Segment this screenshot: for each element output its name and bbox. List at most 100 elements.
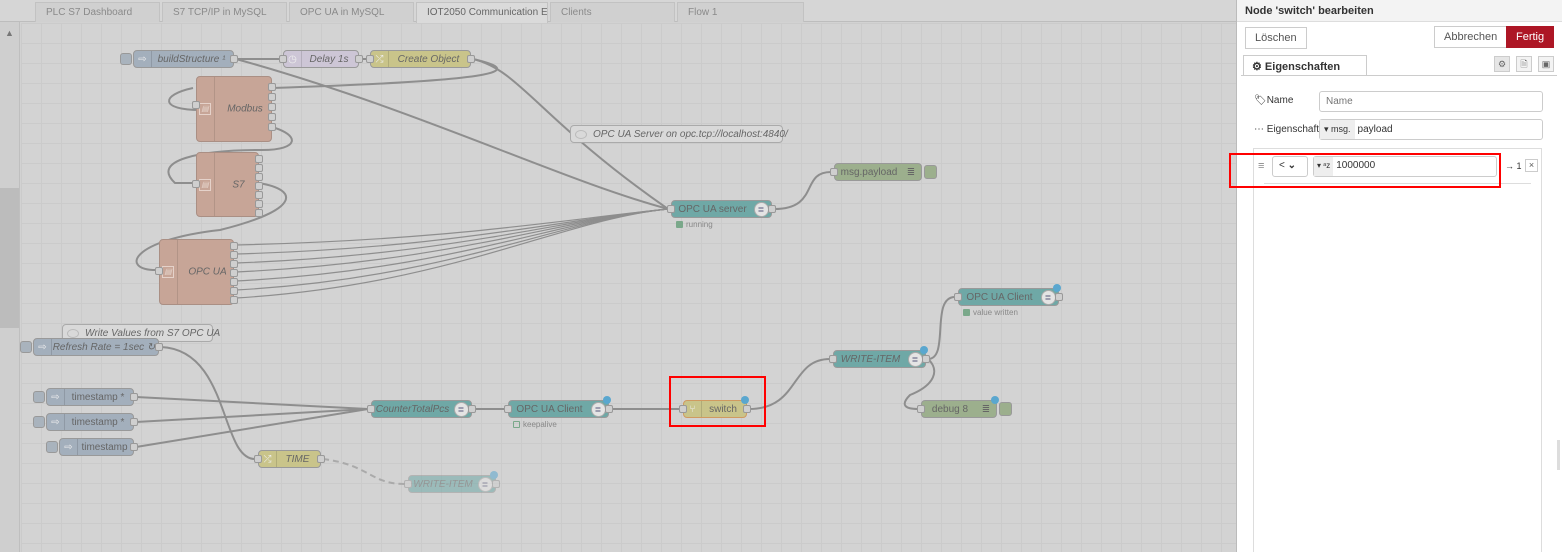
node-label: msg.payload	[840, 166, 898, 178]
property-input[interactable]: ▾ msg. payload	[1319, 119, 1543, 140]
debug-toggle[interactable]	[999, 402, 1012, 416]
comment-text: OPC UA Server on opc.tcp://localhost:484…	[593, 129, 788, 140]
node-write-item-disabled[interactable]: WRITE-ITEM ≣	[404, 471, 500, 493]
output-port-number: → 1	[1505, 161, 1522, 171]
comment-opcua-server[interactable]: OPC UA Server on opc.tcp://localhost:484…	[570, 125, 788, 143]
panel-resize-handle[interactable]	[1557, 440, 1560, 470]
node-create-object[interactable]: ⤮ Create Object	[366, 50, 475, 68]
changed-indicator	[991, 396, 999, 404]
appearance-tab-icon[interactable]: ▣	[1538, 56, 1554, 72]
inject-button[interactable]	[20, 341, 32, 353]
description-tab-icon[interactable]: 🗎	[1516, 56, 1532, 72]
highlight-box	[669, 376, 766, 427]
opcua-icon: ≣	[590, 401, 606, 417]
node-opcua-client-2[interactable]: OPC UA Client ≣	[954, 284, 1063, 306]
opcua-icon: ≣	[453, 401, 469, 417]
remove-rule-button[interactable]: ×	[1525, 159, 1538, 172]
node-label: TIME	[285, 453, 310, 465]
name-input[interactable]	[1319, 91, 1543, 112]
msg-type-select[interactable]: ▾ msg.	[1320, 120, 1355, 139]
cancel-button[interactable]: Abbrechen	[1434, 26, 1508, 48]
node-label: timestamp *	[71, 416, 125, 428]
wire	[773, 171, 832, 210]
list-icon: ≣	[906, 166, 916, 178]
node-s7[interactable]: ▤ S7	[192, 152, 263, 217]
property-value: payload	[1357, 124, 1393, 135]
shuffle-icon: ⤮	[259, 451, 277, 467]
inject-button[interactable]	[46, 441, 58, 453]
wire	[235, 208, 669, 246]
node-label: OPC UA Client	[516, 403, 583, 415]
wire	[322, 458, 406, 485]
wire	[927, 296, 956, 360]
node-label: S7	[232, 179, 245, 190]
node-delay[interactable]: ◷ Delay 1s	[279, 50, 363, 68]
inject-button[interactable]	[120, 53, 132, 65]
tab-divider	[1241, 75, 1557, 76]
node-msg-payload[interactable]: msg.payload ≣	[830, 163, 937, 181]
wire	[235, 208, 669, 255]
status-value-written: value written	[963, 308, 1018, 317]
property-label: ⋯ Eigenschaft	[1254, 124, 1320, 135]
opcua-icon: ≣	[477, 476, 493, 492]
status-running: running	[676, 220, 713, 229]
node-time[interactable]: ⤮ TIME	[254, 450, 325, 468]
arrow-icon: ⇨	[47, 414, 65, 430]
done-button[interactable]: Fertig	[1506, 26, 1555, 48]
subflow-icon: ▤	[199, 178, 211, 191]
opcua-icon: ≣	[753, 201, 769, 217]
changed-indicator	[920, 346, 928, 354]
node-opcua-client-1[interactable]: OPC UA Client ≣	[504, 396, 613, 418]
arrow-icon: ⇨	[47, 389, 65, 405]
comment-icon	[67, 329, 79, 338]
node-label: debug 8	[931, 403, 969, 415]
node-label: WRITE-ITEM	[840, 353, 901, 365]
node-counter-total-pcs[interactable]: CounterTotalPcs ≣	[367, 400, 476, 418]
node-debug-8[interactable]: debug 8 ≣	[917, 396, 1012, 418]
node-timestamp-2[interactable]: ⇨ timestamp *	[33, 413, 138, 431]
node-modbus[interactable]: ▤ Modbus	[192, 76, 276, 142]
changed-indicator	[1053, 284, 1061, 292]
node-timestamp-1[interactable]: ⇨ timestamp *	[33, 388, 138, 406]
node-buildstructure[interactable]: ⇨ buildStructure ¹	[120, 50, 238, 68]
node-label: OPC UA	[188, 266, 227, 278]
changed-indicator	[490, 471, 498, 479]
wire	[235, 208, 669, 273]
arrow-icon: ⇨	[34, 339, 52, 355]
tab-properties[interactable]: ⚙ Eigenschaften	[1243, 55, 1367, 76]
inject-button[interactable]	[33, 416, 45, 428]
node-refresh-rate[interactable]: ⇨ Refresh Rate = 1sec ↻	[20, 338, 163, 356]
ellipsis-icon: ⋯	[1254, 124, 1267, 135]
rules-list: ≡ < ⌄ ▾ ᵃz 1000000 → 1 ×	[1253, 148, 1542, 552]
arrow-icon: ⇨	[60, 439, 78, 455]
tray-title: Node 'switch' bearbeiten	[1237, 0, 1562, 22]
comment-icon	[575, 130, 587, 139]
node-opcua-server[interactable]: OPC UA server ≣	[667, 200, 776, 218]
node-label: Delay 1s	[309, 53, 349, 65]
settings-tab-icon[interactable]: ⚙	[1494, 56, 1510, 72]
arrow-icon: ⇨	[134, 51, 152, 67]
changed-indicator	[603, 396, 611, 404]
tag-icon: 🏷︎	[1254, 95, 1267, 106]
status-keepalive: keepalive	[513, 420, 557, 429]
name-label: 🏷︎Name	[1254, 95, 1294, 106]
opcua-icon: ≣	[1040, 289, 1056, 305]
inject-button[interactable]	[33, 391, 45, 403]
wire	[135, 396, 369, 410]
gear-icon: ⚙	[1252, 61, 1265, 73]
node-label: Create Object	[397, 53, 460, 65]
node-write-item[interactable]: WRITE-ITEM ≣	[829, 346, 930, 368]
debug-toggle[interactable]	[924, 165, 937, 179]
node-label: timestamp *	[71, 391, 125, 403]
node-label: WRITE-ITEM	[413, 478, 473, 490]
subflow-icon: ▤	[199, 103, 211, 115]
node-label: CounterTotalPcs	[375, 403, 450, 415]
node-label: OPC UA Client	[966, 291, 1033, 303]
node-timestamp-3[interactable]: ⇨ timestamp	[46, 438, 138, 456]
delete-button[interactable]: Löschen	[1245, 27, 1307, 49]
node-opcua[interactable]: ▤ OPC UA	[155, 239, 238, 305]
node-label: buildStructure ¹	[157, 53, 226, 65]
edit-tray: Node 'switch' bearbeiten Löschen Abbrech…	[1229, 0, 1562, 552]
subflow-icon: ▤	[162, 266, 174, 278]
clock-icon: ◷	[284, 51, 302, 67]
